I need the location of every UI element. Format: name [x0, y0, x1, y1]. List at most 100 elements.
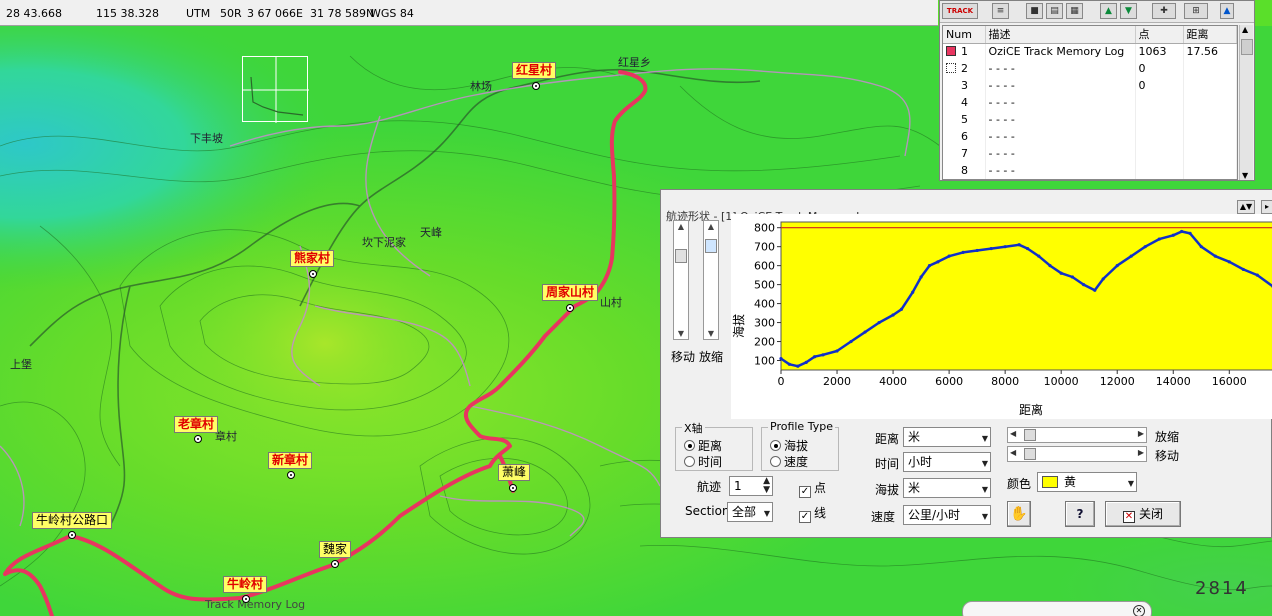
list-icon[interactable]: ≡ — [992, 3, 1009, 19]
track-table[interactable]: Num 描述 点 距离 1 OziCE Track Memory Log 106… — [942, 25, 1238, 180]
waypoint-hongxing[interactable] — [532, 82, 540, 90]
elevation-point — [919, 275, 923, 279]
x-distance-radio[interactable]: 距离 — [684, 437, 722, 454]
slider-down-arrow-icon[interactable]: ▼ — [704, 329, 718, 338]
help-button[interactable]: ? — [1065, 501, 1095, 527]
column-header-distance[interactable]: 距离 — [1183, 26, 1237, 44]
close-icon[interactable]: ✕ — [1133, 605, 1145, 616]
table-row[interactable]: 1 OziCE Track Memory Log 1063 17.56 — [943, 43, 1237, 60]
village-xiongjia[interactable]: 熊家村 — [290, 250, 335, 267]
time-unit-select[interactable]: 小时 ▼ — [903, 452, 991, 472]
document-icon[interactable]: ▦ — [1066, 3, 1083, 19]
waypoint-niuling-road[interactable] — [68, 531, 76, 539]
copy-icon[interactable]: ▤ — [1046, 3, 1063, 19]
window-toggle-icon[interactable]: ▲▼ — [1237, 200, 1255, 214]
x-tick-label: 16000 — [1212, 375, 1247, 388]
column-header-points[interactable]: 点 — [1135, 26, 1184, 44]
move-hslider-knob[interactable] — [1024, 448, 1036, 460]
waypoint-xiaofeng[interactable] — [509, 484, 517, 492]
row-dist — [1183, 77, 1237, 94]
table-row[interactable]: 8 - - - - — [943, 162, 1237, 179]
close-button[interactable]: ✕ 关闭 — [1105, 501, 1181, 527]
distance-unit-select[interactable]: 米 ▼ — [903, 427, 991, 447]
table-row[interactable]: 7 - - - - — [943, 145, 1237, 162]
row-dist — [1183, 162, 1237, 179]
slider-up-arrow-icon[interactable]: ▲ — [674, 222, 688, 231]
speed-radio[interactable]: 速度 — [770, 453, 808, 470]
zoom-hslider-knob[interactable] — [1024, 429, 1036, 441]
section-select[interactable]: 全部 ▼ — [727, 502, 773, 522]
village-xiaofeng[interactable]: 萧峰 — [498, 464, 531, 481]
table-row[interactable]: 6 - - - - — [943, 128, 1237, 145]
slider-right-arrow-icon[interactable]: ▶ — [1138, 448, 1144, 457]
spinner-arrows-icon[interactable]: ▲ ▼ — [763, 477, 770, 495]
village-niuling-road[interactable]: 牛岭村公路口 — [32, 512, 113, 529]
track-spinner[interactable]: 1 ▲ ▼ — [729, 476, 773, 496]
row-desc: - - - - — [985, 162, 1136, 179]
altitude-unit-select[interactable]: 米 ▼ — [903, 478, 991, 498]
slider-up-arrow-icon[interactable]: ▲ — [704, 222, 718, 231]
waypoint-niuling[interactable] — [242, 595, 250, 603]
move-vertical-slider[interactable]: ▲ ▼ — [673, 220, 689, 340]
network-icon[interactable]: ⊞ — [1184, 3, 1208, 19]
longitude-readout: 115 38.328 — [96, 7, 159, 20]
scrollbar-thumb[interactable] — [1241, 39, 1253, 55]
waypoint-weijia[interactable] — [331, 560, 339, 568]
waypoint-zhoujiashan[interactable] — [566, 304, 574, 312]
slider-down-arrow-icon[interactable]: ▼ — [674, 329, 688, 338]
move-slider-knob[interactable] — [675, 249, 687, 263]
column-header-desc[interactable]: 描述 — [985, 26, 1136, 44]
x-time-label: 时间 — [698, 455, 723, 469]
save-icon[interactable]: ■ — [1026, 3, 1043, 19]
waypoint-xinzhang[interactable] — [287, 471, 295, 479]
slider-right-arrow-icon[interactable]: ▶ — [1138, 429, 1144, 438]
waypoint-laozhang[interactable] — [194, 435, 202, 443]
window-menu-icon[interactable]: ▸ — [1261, 200, 1272, 214]
elevation-chart-svg: 海拔 距离 1002003004005006007008000 2000 4000 6… — [731, 221, 1272, 417]
village-weijia[interactable]: 魏家 — [319, 541, 352, 558]
table-row[interactable]: 2 - - - - 0 — [943, 60, 1237, 77]
elevation-point — [863, 330, 867, 334]
move-horizontal-slider[interactable]: ◀ ▶ — [1007, 446, 1147, 462]
altitude-radio[interactable]: 海拔 — [770, 437, 808, 454]
zoom-vertical-slider[interactable]: ▲ ▼ — [703, 220, 719, 340]
track-list-scrollbar[interactable]: ▲ ▼ — [1239, 25, 1253, 180]
distance-unit-value: 米 — [908, 430, 921, 444]
slider-left-arrow-icon[interactable]: ◀ — [1010, 429, 1016, 438]
elevation-point — [1213, 254, 1217, 258]
color-select[interactable]: 黄 ▼ — [1037, 472, 1137, 492]
village-zhoujiashan[interactable]: 周家山村 — [542, 284, 599, 301]
elevation-point — [1025, 246, 1030, 251]
village-laozhang[interactable]: 老章村 — [174, 416, 219, 433]
points-checkbox[interactable]: ✓ 点 — [799, 479, 826, 498]
hand-tool-button[interactable]: ✋ — [1007, 501, 1031, 527]
village-xinzhang[interactable]: 新章村 — [268, 452, 313, 469]
village-hongxing[interactable]: 红星村 — [512, 62, 557, 79]
speed-unit-select[interactable]: 公里/小时 ▼ — [903, 505, 991, 525]
table-row[interactable]: 5 - - - - — [943, 111, 1237, 128]
slider-left-arrow-icon[interactable]: ◀ — [1010, 448, 1016, 457]
move-up-icon[interactable]: ▲ — [1100, 3, 1117, 19]
track-mode-button[interactable]: TRACK — [942, 3, 978, 19]
move-down-icon[interactable]: ▼ — [1120, 3, 1137, 19]
elevation-point — [1081, 283, 1086, 287]
table-row[interactable]: 4 - - - - — [943, 94, 1237, 111]
x-time-radio[interactable]: 时间 — [684, 453, 722, 470]
zoom-slider-knob[interactable] — [705, 239, 717, 253]
column-header-num[interactable]: Num — [943, 26, 986, 44]
table-row[interactable]: 3 - - - - 0 — [943, 77, 1237, 94]
profile-controls: X轴 距离 时间 Profile Type 海拔 速度 航迹 1 ▲ ▼ Sect… — [661, 419, 1272, 539]
scroll-up-arrow-icon[interactable]: ▲ — [1242, 25, 1248, 34]
village-niuling[interactable]: 牛岭村 — [223, 576, 268, 593]
row-points: 1063 — [1135, 43, 1184, 60]
line-checkbox[interactable]: ✓ 线 — [799, 504, 826, 523]
zoom-horizontal-slider[interactable]: ◀ ▶ — [1007, 427, 1147, 443]
overview-inset[interactable] — [242, 56, 309, 123]
bottom-status-pill[interactable]: ✕ — [962, 601, 1152, 616]
scroll-down-arrow-icon[interactable]: ▼ — [1242, 171, 1248, 180]
row-dist — [1183, 94, 1237, 111]
waypoint-xiongjia[interactable] — [309, 270, 317, 278]
elevation-profile-chart[interactable]: 海拔 距离 100 200 300 400 500 600 700 800 0 2000 4000 6… — [731, 214, 1272, 419]
scroll-up-icon[interactable]: ▲ — [1220, 3, 1234, 19]
add-icon[interactable]: ✚ — [1152, 3, 1176, 19]
